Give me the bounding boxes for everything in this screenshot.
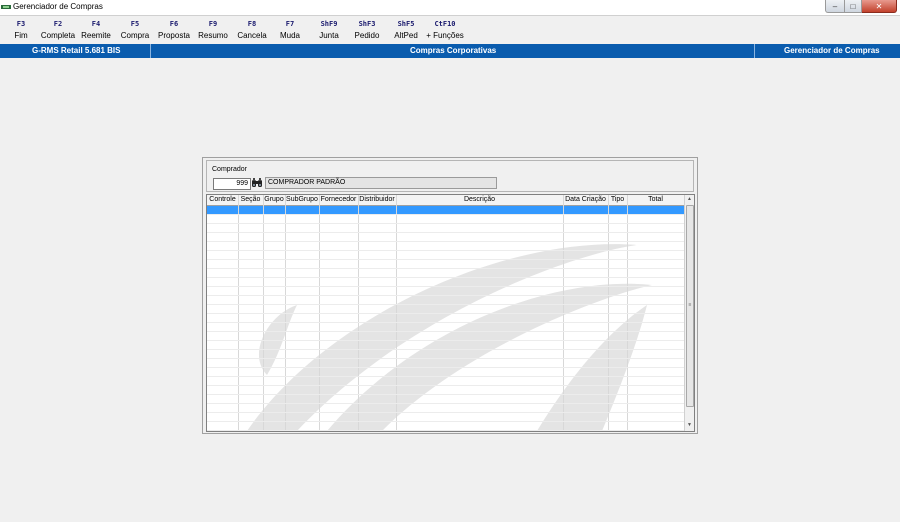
fkey-code: F7 [285, 20, 295, 28]
purchases-grid[interactable]: Controle Seção Grupo SubGrupo Fornecedor… [206, 194, 695, 432]
fkey-label: Cancela [237, 31, 267, 40]
grid-row-line [207, 277, 684, 278]
fkey-altped-button[interactable]: ShF5 AltPed [385, 18, 427, 42]
fkey-label: Completa [40, 31, 76, 40]
column-header-grupo[interactable]: Grupo [263, 195, 285, 206]
fkey-label: Proposta [157, 31, 191, 40]
selected-row[interactable] [207, 206, 684, 214]
grid-row-line [207, 340, 684, 341]
column-header-secao[interactable]: Seção [238, 195, 263, 206]
grid-row-line [207, 250, 684, 251]
fkey-pedido-button[interactable]: ShF3 Pedido [346, 18, 388, 42]
fkey-fim-button[interactable]: F3 Fim [0, 18, 42, 42]
fkey-proposta-button[interactable]: F6 Proposta [153, 18, 195, 42]
grid-row-line [207, 304, 684, 305]
scroll-up-arrow[interactable]: ▲ [685, 195, 694, 204]
column-header-descricao[interactable]: Descrição [396, 195, 563, 206]
grid-row-line [207, 331, 684, 332]
comprador-code-input[interactable]: 999 [213, 178, 251, 190]
scroll-thumb[interactable]: ≡ [686, 205, 694, 407]
column-header-data-criacao[interactable]: Data Criação [563, 195, 608, 206]
screen-title: Gerenciador de Compras [784, 46, 880, 55]
column-header-total[interactable]: Total [627, 195, 684, 206]
vertical-scrollbar[interactable]: ▲ ≡ ▼ [684, 195, 694, 431]
fkey-label: Fim [14, 31, 28, 40]
fkey-reemite-button[interactable]: F4 Reemite [75, 18, 117, 42]
column-header-distribuidor[interactable]: Distribuidor [358, 195, 396, 206]
grid-row-line [207, 412, 684, 413]
fkey-label: Compra [120, 31, 150, 40]
grid-row-line [207, 268, 684, 269]
fkey-cancela-button[interactable]: F8 Cancela [231, 18, 273, 42]
module-title: Compras Corporativas [410, 46, 497, 55]
grid-row-line [207, 241, 684, 242]
comprador-group: Comprador 999 COMPRADOR PADRÃO [206, 160, 694, 192]
fkey-funcoes-button[interactable]: CtF10 + Funções [424, 18, 466, 42]
grid-row-line [207, 403, 684, 404]
grid-row-line [207, 349, 684, 350]
comprador-label: Comprador [212, 166, 248, 173]
window-title-bar: Gerenciador de Compras – □ ✕ [0, 0, 900, 16]
fkey-label: Pedido [354, 31, 380, 40]
grid-row-line [207, 223, 684, 224]
fkey-code: F5 [130, 20, 140, 28]
purchases-panel: Comprador 999 COMPRADOR PADRÃO Controle [202, 157, 698, 434]
band-divider [754, 44, 755, 58]
fkey-muda-button[interactable]: F7 Muda [269, 18, 311, 42]
fkey-code: F9 [208, 20, 218, 28]
fkey-completa-button[interactable]: F2 Completa [37, 18, 79, 42]
fkey-code: F4 [91, 20, 101, 28]
fkey-label: Muda [279, 31, 300, 40]
fkey-compra-button[interactable]: F5 Compra [114, 18, 156, 42]
grid-row-line [207, 322, 684, 323]
fkey-label: + Funções [426, 31, 464, 40]
fkey-code: F8 [247, 20, 257, 28]
grid-row-line [207, 358, 684, 359]
maximize-button[interactable]: □ [845, 0, 862, 13]
binoculars-icon[interactable] [251, 177, 263, 189]
scroll-grip-icon: ≡ [688, 302, 692, 308]
comprador-name-field: COMPRADOR PADRÃO [265, 177, 497, 189]
close-button[interactable]: ✕ [862, 0, 897, 13]
grid-row-line [207, 232, 684, 233]
grid-row-line [207, 295, 684, 296]
fkey-label: AltPed [394, 31, 418, 40]
grid-row-line [207, 376, 684, 377]
grid-row-line [207, 430, 684, 431]
fkey-label: Resumo [198, 31, 228, 40]
fkey-code: F6 [169, 20, 179, 28]
fkey-label: Junta [319, 31, 339, 40]
fkey-code: CtF10 [434, 20, 456, 28]
app-version: G-RMS Retail 5.681 BIS [32, 46, 121, 55]
scroll-down-arrow[interactable]: ▼ [685, 421, 694, 430]
column-header-subgrupo[interactable]: SubGrupo [285, 195, 319, 206]
fkey-code: F2 [53, 20, 63, 28]
grid-row-line [207, 385, 684, 386]
band-divider [150, 44, 151, 58]
grid-row-line [207, 367, 684, 368]
grid-row-line [207, 259, 684, 260]
fkey-resumo-button[interactable]: F9 Resumo [192, 18, 234, 42]
column-header-controle[interactable]: Controle [207, 195, 238, 206]
window-controls: – □ ✕ [825, 0, 897, 13]
fkey-junta-button[interactable]: ShF9 Junta [308, 18, 350, 42]
minimize-button[interactable]: – [825, 0, 845, 13]
app-icon [1, 4, 11, 10]
grid-row-line [207, 421, 684, 422]
column-header-fornecedor[interactable]: Fornecedor [319, 195, 358, 206]
fkey-code: F3 [16, 20, 26, 28]
window-title: Gerenciador de Compras [13, 2, 103, 11]
grid-row-line [207, 214, 684, 215]
grid-row-line [207, 286, 684, 287]
status-band: G-RMS Retail 5.681 BIS Compras Corporati… [0, 44, 900, 58]
fkey-code: ShF9 [320, 20, 338, 28]
fkey-code: ShF5 [397, 20, 415, 28]
column-header-tipo[interactable]: Tipo [608, 195, 627, 206]
grid-row-line [207, 394, 684, 395]
fkey-code: ShF3 [358, 20, 376, 28]
fkey-label: Reemite [81, 31, 111, 40]
grid-row-line [207, 313, 684, 314]
